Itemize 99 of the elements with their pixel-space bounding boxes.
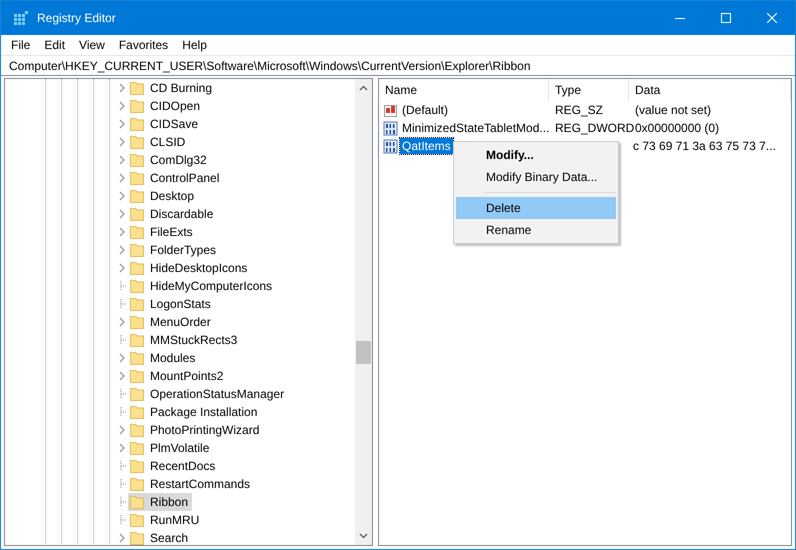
folder-icon: [130, 261, 144, 275]
tree-item[interactable]: MMStuckRects3: [128, 331, 242, 349]
tree-item[interactable]: HideDesktopIcons: [128, 259, 252, 277]
folder-icon: [130, 189, 144, 203]
window-title: Registry Editor: [37, 11, 116, 25]
tree-item[interactable]: FileExts: [128, 223, 197, 241]
value-data: 0x00000000 (0): [635, 121, 720, 135]
value-data: (value not set): [635, 103, 712, 117]
chevron-icon[interactable]: [118, 353, 126, 363]
tree-item[interactable]: ControlPanel: [128, 169, 224, 187]
menu-item[interactable]: Delete: [456, 197, 616, 219]
folder-icon: [130, 423, 144, 437]
chevron-icon[interactable]: [118, 173, 126, 183]
column-header[interactable]: Type: [549, 79, 629, 101]
tree-item[interactable]: CIDSave: [128, 115, 202, 133]
binary-value-icon: [383, 138, 398, 154]
binary-value-icon: [383, 120, 398, 136]
folder-icon: [130, 387, 144, 401]
chevron-icon[interactable]: [118, 263, 126, 273]
tree-item[interactable]: OperationStatusManager: [128, 385, 288, 403]
address-bar[interactable]: Computer\HKEY_CURRENT_USER\Software\Microsoft\Windows\CurrentVersion\Explorer\Ribbon: [1, 55, 795, 76]
tree-item[interactable]: RestartCommands: [128, 475, 254, 493]
chevron-icon[interactable]: [118, 443, 126, 453]
value-type: REG_SZ: [555, 103, 604, 117]
maximize-icon: [721, 13, 731, 23]
menu-item[interactable]: Edit: [37, 38, 72, 52]
menu-item[interactable]: Help: [175, 38, 214, 52]
tree-item[interactable]: CIDOpen: [128, 97, 204, 115]
chevron-icon[interactable]: [118, 425, 126, 435]
string-value-icon: [383, 102, 398, 118]
folder-icon: [130, 405, 144, 419]
tree-item[interactable]: PlmVolatile: [128, 439, 214, 457]
chevron-icon[interactable]: [118, 317, 126, 327]
menu-item[interactable]: File: [4, 38, 38, 52]
tree-item[interactable]: PhotoPrintingWizard: [128, 421, 264, 439]
chevron-icon[interactable]: [118, 191, 126, 201]
tree-item[interactable]: MenuOrder: [128, 313, 215, 331]
column-header[interactable]: Data: [629, 79, 791, 101]
tree-item[interactable]: Ribbon: [128, 493, 192, 511]
tree-item[interactable]: MountPoints2: [128, 367, 228, 385]
tree-item[interactable]: RunMRU: [128, 511, 204, 529]
menu-item[interactable]: View: [72, 38, 112, 52]
chevron-icon[interactable]: [118, 245, 126, 255]
folder-icon: [130, 369, 144, 383]
tree-item[interactable]: CD Burning: [128, 79, 216, 97]
tree-item[interactable]: LogonStats: [128, 295, 215, 313]
folder-icon: [130, 171, 144, 185]
tree-item[interactable]: CLSID: [128, 133, 190, 151]
tree-item[interactable]: Discardable: [128, 205, 218, 223]
folder-icon: [130, 153, 144, 167]
folder-icon: [130, 99, 144, 113]
chevron-icon[interactable]: [118, 83, 126, 93]
folder-icon: [130, 495, 144, 509]
folder-icon: [130, 441, 144, 455]
chevron-icon[interactable]: [118, 119, 126, 129]
tree-item[interactable]: Package Installation: [128, 403, 262, 421]
menu-item[interactable]: Rename: [456, 219, 616, 241]
folder-icon: [130, 243, 144, 257]
value-name[interactable]: MinimizedStateTabletMod...: [400, 120, 552, 136]
chevron-icon[interactable]: [118, 137, 126, 147]
tree-item[interactable]: Desktop: [128, 187, 198, 205]
value-data: c 73 69 71 3a 63 75 73 7...: [633, 139, 776, 153]
value-type: REG_DWORD: [555, 121, 634, 135]
column-header[interactable]: Name: [379, 79, 549, 101]
scrollbar[interactable]: [355, 79, 372, 545]
folder-icon: [130, 135, 144, 149]
menu-item[interactable]: Modify...: [456, 144, 616, 166]
folder-icon: [130, 333, 144, 347]
tree-item[interactable]: Search: [128, 529, 192, 545]
folder-icon: [130, 297, 144, 311]
chevron-icon[interactable]: [118, 101, 126, 111]
folder-icon: [130, 531, 144, 545]
folder-icon: [130, 315, 144, 329]
folder-icon: [130, 225, 144, 239]
chevron-icon[interactable]: [118, 209, 126, 219]
folder-icon: [130, 477, 144, 491]
chevron-icon[interactable]: [118, 533, 126, 543]
folder-icon: [130, 459, 144, 473]
tree-item[interactable]: RecentDocs: [128, 457, 220, 475]
app-icon: [13, 10, 29, 26]
folder-icon: [130, 513, 144, 527]
menu-item[interactable]: Modify Binary Data...: [456, 166, 616, 188]
folder-icon: [130, 81, 144, 95]
tree-item[interactable]: HideMyComputerIcons: [128, 277, 276, 295]
close-icon: [767, 13, 777, 23]
tree-item[interactable]: ComDlg32: [128, 151, 211, 169]
folder-icon: [130, 351, 144, 365]
folder-icon: [130, 207, 144, 221]
folder-icon: [130, 279, 144, 293]
value-name[interactable]: QatItems: [400, 138, 453, 154]
chevron-icon[interactable]: [118, 371, 126, 381]
folder-icon: [130, 117, 144, 131]
scrollbar-thumb[interactable]: [356, 341, 371, 364]
value-name[interactable]: (Default): [400, 102, 450, 118]
menu-item[interactable]: Favorites: [112, 38, 176, 52]
chevron-icon[interactable]: [118, 155, 126, 165]
tree-item[interactable]: Modules: [128, 349, 200, 367]
tree-item[interactable]: FolderTypes: [128, 241, 220, 259]
chevron-icon[interactable]: [118, 227, 126, 237]
